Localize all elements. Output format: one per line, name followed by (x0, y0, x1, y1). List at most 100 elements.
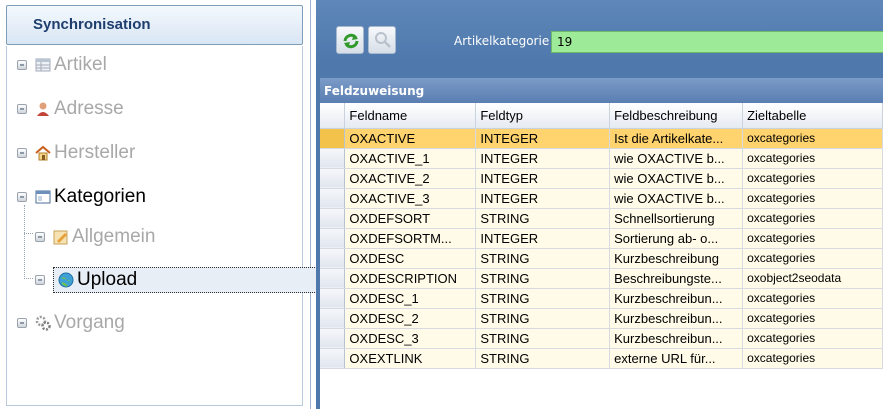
nav-item-artikel[interactable]: Artikel (17, 50, 107, 80)
cell-feldtyp[interactable]: STRING (475, 308, 611, 329)
row-header[interactable] (320, 348, 346, 369)
cell-feldbeschreibung[interactable]: wie OXACTIVE b... (609, 148, 744, 169)
cell-zieltabelle[interactable]: oxobject2seodata (742, 268, 883, 289)
row-header[interactable] (320, 168, 346, 189)
cell-feldtyp[interactable]: STRING (475, 328, 611, 349)
expand-icon[interactable] (17, 60, 27, 70)
cell-feldname[interactable]: OXDESC (344, 248, 477, 269)
column-header-feldbeschreibung[interactable]: Feldbeschreibung (609, 103, 744, 129)
cell-feldname[interactable]: OXDEFSORTM... (344, 228, 477, 249)
nav-item-kategorien[interactable]: Kategorien (17, 182, 146, 212)
cell-feldname[interactable]: OXEXTLINK (344, 348, 477, 369)
nav-tree: Artikel Adresse Hersteller Kategorien Al… (6, 46, 319, 406)
nav-item-label: Kategorien (54, 186, 146, 207)
cell-feldtyp[interactable]: INTEGER (475, 188, 611, 209)
selected-item-box[interactable]: Upload (53, 267, 319, 293)
table-row[interactable]: OXDEFSORTM... INTEGER Sortierung ab- o... o… (320, 228, 883, 249)
category-input[interactable]: 19 (551, 31, 883, 53)
cell-zieltabelle[interactable]: oxcategories (742, 148, 883, 169)
cell-feldtyp[interactable]: STRING (475, 348, 611, 369)
table-row[interactable]: OXACTIVE_2 INTEGER wie OXACTIVE b... oxcate… (320, 168, 883, 189)
cell-feldtyp[interactable]: INTEGER (475, 148, 611, 169)
nav-item-upload[interactable]: Upload (35, 265, 319, 295)
refresh-icon (342, 32, 360, 55)
row-header[interactable] (320, 268, 346, 289)
cell-feldbeschreibung[interactable]: wie OXACTIVE b... (609, 168, 744, 189)
table-row[interactable]: OXACTIVE_3 INTEGER wie OXACTIVE b... oxcate… (320, 188, 883, 209)
cell-feldbeschreibung[interactable]: externe URL für... (609, 348, 744, 369)
cell-feldname[interactable]: OXACTIVE_2 (344, 168, 477, 189)
cell-feldtyp[interactable]: INTEGER (475, 128, 611, 149)
cell-feldname[interactable]: OXDESCRIPTION (344, 268, 477, 289)
nav-item-adresse[interactable]: Adresse (17, 94, 124, 124)
collapse-icon[interactable] (17, 192, 27, 202)
expand-icon[interactable] (35, 232, 45, 242)
cell-zieltabelle[interactable]: oxcategories (742, 308, 883, 329)
cell-zieltabelle[interactable]: oxcategories (742, 248, 883, 269)
table-row[interactable]: OXEXTLINK STRING externe URL für... oxcateg… (320, 348, 883, 369)
person-icon (35, 101, 51, 117)
cell-feldname[interactable]: OXDESC_1 (344, 288, 477, 309)
cell-feldtyp[interactable]: INTEGER (475, 228, 611, 249)
cell-feldtyp[interactable]: INTEGER (475, 168, 611, 189)
nav-item-hersteller[interactable]: Hersteller (17, 138, 135, 168)
cell-zieltabelle[interactable]: oxcategories (742, 128, 883, 149)
cell-zieltabelle[interactable]: oxcategories (742, 288, 883, 309)
expand-icon[interactable] (17, 318, 27, 328)
cell-feldbeschreibung[interactable]: Beschreibungste... (609, 268, 744, 289)
row-header[interactable] (320, 308, 346, 329)
row-header[interactable] (320, 208, 346, 229)
cell-feldbeschreibung[interactable]: Sortierung ab- o... (609, 228, 744, 249)
cell-zieltabelle[interactable]: oxcategories (742, 188, 883, 209)
cell-zieltabelle[interactable]: oxcategories (742, 228, 883, 249)
expand-icon[interactable] (17, 148, 27, 158)
table-row[interactable]: OXDESC STRING Kurzbeschreibung oxcategories (320, 248, 883, 269)
expand-icon[interactable] (35, 275, 45, 285)
row-header[interactable] (320, 188, 346, 209)
row-header[interactable] (320, 128, 346, 149)
row-header[interactable] (320, 248, 346, 269)
cell-zieltabelle[interactable]: oxcategories (742, 208, 883, 229)
nav-item-allgemein[interactable]: Allgemein (35, 222, 155, 252)
column-header-feldtyp[interactable]: Feldtyp (475, 103, 611, 129)
cell-feldbeschreibung[interactable]: Kurzbeschreibun... (609, 288, 744, 309)
cell-feldtyp[interactable]: STRING (475, 288, 611, 309)
table-row[interactable]: OXDESC_2 STRING Kurzbeschreibun... oxcatego… (320, 308, 883, 329)
cell-zieltabelle[interactable]: oxcategories (742, 348, 883, 369)
tree-connector (24, 233, 33, 234)
globe-icon (58, 272, 74, 288)
table-row[interactable]: OXDESCRIPTION STRING Beschreibungste... oxo… (320, 268, 883, 289)
row-header[interactable] (320, 328, 346, 349)
table-row[interactable]: OXACTIVE_1 INTEGER wie OXACTIVE b... oxcate… (320, 148, 883, 169)
cell-feldbeschreibung[interactable]: wie OXACTIVE b... (609, 188, 744, 209)
table-row[interactable]: OXDESC_3 STRING Kurzbeschreibun... oxcatego… (320, 328, 883, 349)
cell-feldname[interactable]: OXACTIVE_1 (344, 148, 477, 169)
row-header[interactable] (320, 148, 346, 169)
cell-feldbeschreibung[interactable]: Kurzbeschreibun... (609, 328, 744, 349)
cell-feldbeschreibung[interactable]: Ist die Artikelkate... (609, 128, 744, 149)
cell-feldname[interactable]: OXACTIVE (344, 128, 477, 149)
expand-icon[interactable] (17, 104, 27, 114)
row-header[interactable] (320, 228, 346, 249)
column-header-zieltabelle[interactable]: Zieltabelle (742, 103, 883, 129)
cell-feldname[interactable]: OXDESC_3 (344, 328, 477, 349)
table-row[interactable]: OXACTIVE INTEGER Ist die Artikelkate... oxc… (320, 128, 883, 149)
column-header-feldname[interactable]: Feldname (344, 103, 477, 129)
cell-feldtyp[interactable]: STRING (475, 208, 611, 229)
search-button[interactable] (368, 26, 396, 54)
cell-feldbeschreibung[interactable]: Kurzbeschreibun... (609, 308, 744, 329)
cell-feldtyp[interactable]: STRING (475, 268, 611, 289)
nav-item-vorgang[interactable]: Vorgang (17, 308, 125, 338)
cell-feldname[interactable]: OXDEFSORT (344, 208, 477, 229)
cell-feldname[interactable]: OXDESC_2 (344, 308, 477, 329)
cell-zieltabelle[interactable]: oxcategories (742, 328, 883, 349)
cell-feldname[interactable]: OXACTIVE_3 (344, 188, 477, 209)
cell-feldtyp[interactable]: STRING (475, 248, 611, 269)
cell-zieltabelle[interactable]: oxcategories (742, 168, 883, 189)
refresh-button[interactable] (336, 26, 364, 54)
cell-feldbeschreibung[interactable]: Schnellsortierung (609, 208, 744, 229)
table-row[interactable]: OXDEFSORT STRING Schnellsortierung oxcatego… (320, 208, 883, 229)
row-header[interactable] (320, 288, 346, 309)
cell-feldbeschreibung[interactable]: Kurzbeschreibung (609, 248, 744, 269)
table-row[interactable]: OXDESC_1 STRING Kurzbeschreibun... oxcatego… (320, 288, 883, 309)
